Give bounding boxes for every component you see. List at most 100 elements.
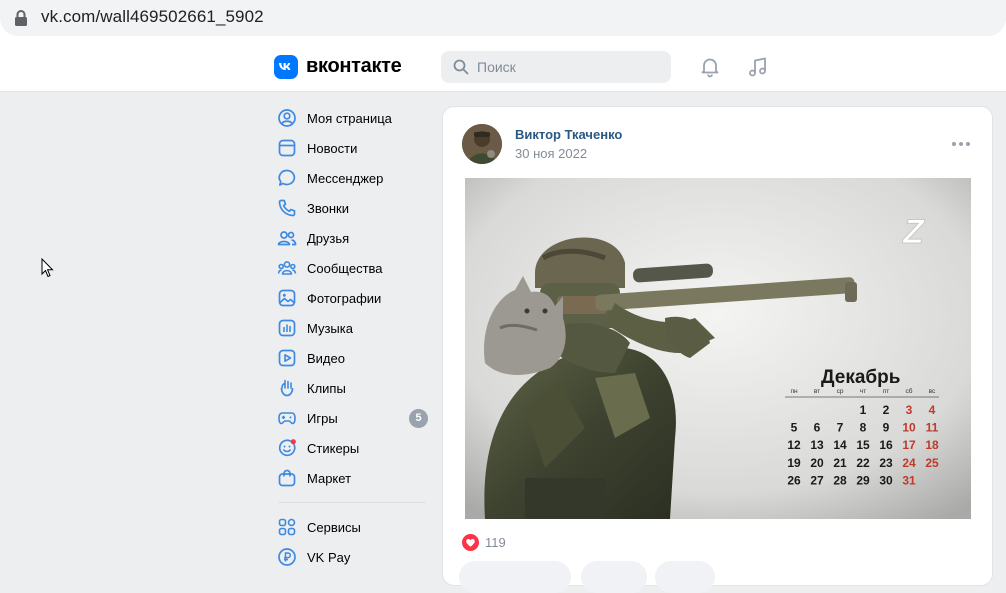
calendar-day: 17 xyxy=(902,438,916,452)
nav-item-label: Стикеры xyxy=(307,440,360,456)
calendar-weekday: чт xyxy=(860,388,866,395)
sticker-icon xyxy=(278,439,296,457)
more-options-icon[interactable] xyxy=(951,141,971,147)
nav-item-label: Моя страница xyxy=(307,110,392,126)
calendar-weekday: пт xyxy=(883,388,890,395)
news-icon xyxy=(278,139,296,157)
search-box[interactable] xyxy=(441,51,671,83)
site-name[interactable]: вконтакте xyxy=(306,55,402,78)
calendar-day: 19 xyxy=(787,456,801,470)
z-logo: Z xyxy=(902,213,925,251)
nav-item-label: Сервисы xyxy=(307,519,361,535)
vk-logo-glyph xyxy=(279,63,291,70)
photo-icon xyxy=(278,289,296,307)
user-circle-icon xyxy=(278,109,296,127)
nav-item-services[interactable]: Сервисы xyxy=(272,512,432,542)
nav-item-calls[interactable]: Звонки xyxy=(272,193,432,223)
nav-item-label: Игры xyxy=(307,410,338,426)
nav-item-friends[interactable]: Друзья xyxy=(272,223,432,253)
nav-item-label: VK Pay xyxy=(307,549,351,565)
calendar-day: 4 xyxy=(929,403,936,417)
calendar-weekday: вт xyxy=(814,388,820,395)
market-icon xyxy=(278,469,296,487)
nav-item-market[interactable]: Маркет xyxy=(272,463,432,493)
nav-item-news[interactable]: Новости xyxy=(272,133,432,163)
lock-icon xyxy=(15,10,27,26)
post-date[interactable]: 30 ноя 2022 xyxy=(515,146,587,161)
calendar-day: 25 xyxy=(925,456,939,470)
url-text[interactable]: vk.com/wall469502661_5902 xyxy=(41,7,264,27)
address-field[interactable]: vk.com/wall469502661_5902 xyxy=(0,0,1006,36)
likes-counter[interactable]: 119 xyxy=(462,533,506,551)
calendar-weekday: вс xyxy=(929,388,936,395)
nav-item-label: Мессенджер xyxy=(307,170,384,186)
soldier-calendar-image: Z Декабрь пн вт ср чт пт сб вс 1 2 3 45 6 7 8 9 10 1112… xyxy=(465,178,971,519)
calendar-day: 27 xyxy=(810,473,824,487)
search-input[interactable] xyxy=(477,57,657,77)
calendar-day: 9 xyxy=(883,421,890,435)
calendar-weekday: сб xyxy=(906,387,913,395)
left-nav: Моя страница Новости Мессенджер Звонки Д… xyxy=(272,103,432,572)
nav-item-games[interactable]: Игры 5 xyxy=(272,403,432,433)
calendar-day: 23 xyxy=(879,456,893,470)
like-button[interactable] xyxy=(459,561,571,593)
post-author-link[interactable]: Виктор Ткаченко xyxy=(515,127,622,142)
comment-button[interactable] xyxy=(581,561,647,593)
calendar-day: 1 xyxy=(860,403,867,417)
avatar-image xyxy=(462,124,502,164)
calendar-month: Декабрь xyxy=(821,367,900,388)
calendar-day: 28 xyxy=(833,473,847,487)
calendar-day: 6 xyxy=(814,421,821,435)
calendar-day: 7 xyxy=(837,421,844,435)
nav-item-clips[interactable]: Клипы xyxy=(272,373,432,403)
vkpay-icon xyxy=(278,548,296,566)
nav-item-stickers[interactable]: Стикеры xyxy=(272,433,432,463)
music-icon[interactable] xyxy=(746,55,770,79)
nav-item-messenger[interactable]: Мессенджер xyxy=(272,163,432,193)
browser-address-bar: vk.com/wall469502661_5902 xyxy=(0,0,1006,40)
calendar-day: 16 xyxy=(879,438,893,452)
calendar-weekday: пн xyxy=(790,388,798,395)
calendar-day: 20 xyxy=(810,456,824,470)
nav-item-label: Звонки xyxy=(307,200,349,216)
nav-item-label: Клипы xyxy=(307,380,346,396)
calendar-day: 26 xyxy=(787,473,801,487)
nav-item-vk-pay[interactable]: VK Pay xyxy=(272,542,432,572)
calendar-day: 3 xyxy=(906,403,913,417)
calendar-day: 11 xyxy=(926,421,939,435)
friends-icon xyxy=(277,231,297,246)
nav-item-my-page[interactable]: Моя страница xyxy=(272,103,432,133)
share-button[interactable] xyxy=(655,561,715,593)
post-photo[interactable]: Z Декабрь пн вт ср чт пт сб вс 1 2 3 4 5 6 7 8 9 10 11 12… xyxy=(465,178,971,519)
author-avatar[interactable] xyxy=(462,124,502,164)
nav-item-label: Друзья xyxy=(307,230,350,246)
calendar-day: 22 xyxy=(856,456,870,470)
mouse-cursor-icon xyxy=(41,258,54,278)
likes-count: 119 xyxy=(485,534,506,550)
nav-item-music[interactable]: Музыка xyxy=(272,313,432,343)
nav-item-photos[interactable]: Фотографии xyxy=(272,283,432,313)
nav-item-label: Маркет xyxy=(307,470,352,486)
search-icon xyxy=(453,59,469,75)
bell-icon[interactable] xyxy=(698,55,722,79)
calendar-day: 5 xyxy=(791,421,798,435)
phone-icon xyxy=(278,199,296,217)
nav-divider xyxy=(278,502,426,503)
services-icon xyxy=(278,518,296,536)
nav-item-label: Сообщества xyxy=(307,260,383,276)
chat-icon xyxy=(278,169,296,186)
nav-item-label: Музыка xyxy=(307,320,353,336)
calendar-weekday: ср xyxy=(837,388,844,395)
calendar-day: 13 xyxy=(810,438,824,452)
nav-item-video[interactable]: Видео xyxy=(272,343,432,373)
calendar-day: 8 xyxy=(860,421,867,435)
calendar-day: 24 xyxy=(902,456,916,470)
calendar-day: 18 xyxy=(925,438,939,452)
calendar-day: 10 xyxy=(902,421,916,435)
music-icon xyxy=(278,319,296,337)
vk-logo-icon[interactable] xyxy=(274,55,298,79)
nav-item-communities[interactable]: Сообщества xyxy=(272,253,432,283)
heart-icon[interactable] xyxy=(462,533,479,551)
video-icon xyxy=(278,349,296,367)
nav-item-label: Видео xyxy=(307,350,345,366)
